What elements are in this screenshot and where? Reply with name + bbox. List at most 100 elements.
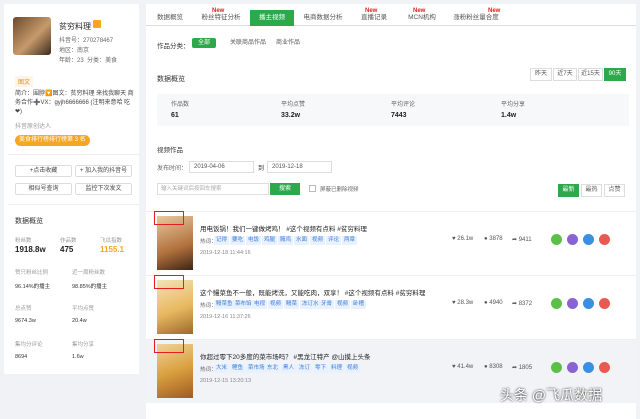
tab-live[interactable]: New 直播记录 xyxy=(352,8,396,26)
tab-fans-match[interactable]: New 涨粉粉丝量合度 xyxy=(448,8,504,26)
download-icon[interactable] xyxy=(599,298,610,309)
category-label: 作品分类： xyxy=(157,43,190,50)
keyword-tag[interactable]: 电饭 xyxy=(246,236,262,245)
filter-all[interactable]: 全部 xyxy=(192,38,217,48)
download-icon[interactable] xyxy=(599,362,610,373)
keyword-tag[interactable]: 东北 xyxy=(265,364,281,373)
keyword-tag[interactable]: 评论 xyxy=(326,236,342,245)
keyword-tag[interactable]: 视频 xyxy=(345,364,361,373)
keyword-tag[interactable]: 菜市场 xyxy=(246,364,267,373)
stat-label: 近一周粉丝数 xyxy=(72,270,106,276)
keyword-tag[interactable]: 料理 xyxy=(329,364,345,373)
hide-deleted-checkbox[interactable] xyxy=(309,185,316,192)
keyword-tag[interactable]: 鳗菜 xyxy=(284,300,300,309)
keyword-tag[interactable]: 牙膏 xyxy=(319,300,335,309)
keyword-tag[interactable]: 卧槽 xyxy=(351,300,367,309)
divider xyxy=(8,154,139,155)
start-date-input[interactable]: 2019-04-06 xyxy=(189,161,254,173)
keyword-search-input[interactable]: 输入关键词后按回车搜索 xyxy=(157,183,269,195)
keyword-tag[interactable]: 鸡腿 xyxy=(262,236,278,245)
keyword-tag[interactable]: 水面 xyxy=(294,236,310,245)
filter-goods[interactable]: 商业作品 xyxy=(270,38,306,48)
new-badge: New xyxy=(212,8,225,14)
metric-value: 33.2w xyxy=(281,112,301,119)
metric-value: 7443 xyxy=(391,112,407,119)
keyword-tag[interactable]: 鲤鱼 xyxy=(230,364,246,373)
watermark: 头条 @飞瓜数据 xyxy=(500,387,603,403)
collect-button[interactable]: +点击收藏 xyxy=(15,165,72,177)
divider xyxy=(8,204,139,205)
shares-count: ➦ 8372 xyxy=(512,301,533,307)
keyword-tag[interactable]: 鳗菜鱼 xyxy=(214,300,235,309)
compare-button[interactable]: 相似号查询 xyxy=(15,183,72,195)
hide-deleted-label: 屏蔽已删除视频 xyxy=(320,187,359,193)
play-icon[interactable] xyxy=(583,298,594,309)
filter-related[interactable]: 关联商品作品 xyxy=(224,38,272,48)
range-7d[interactable]: 近7天 xyxy=(553,68,577,81)
keyword-tag[interactable]: 黑人 xyxy=(281,364,297,373)
keyword-tag[interactable]: 视频 xyxy=(268,300,284,309)
keyword-tag[interactable]: 记得 xyxy=(214,236,230,245)
play-icon[interactable] xyxy=(583,234,594,245)
add-account-button[interactable]: + 加入我的抖音号 xyxy=(75,165,132,177)
date-label: 发布时间： xyxy=(157,166,188,172)
highlight-box xyxy=(154,211,184,225)
keyword-tag[interactable]: 视频 xyxy=(310,236,326,245)
end-date-input[interactable]: 2019-12-18 xyxy=(267,161,332,173)
tab-fans[interactable]: New 粉丝特征分析 xyxy=(196,8,246,26)
analysis-icon[interactable] xyxy=(567,234,578,245)
age-category: 年龄：23 分类：美食 xyxy=(59,58,118,64)
keyword-tag[interactable]: 大米 xyxy=(214,364,230,373)
stat-value: 1.6w xyxy=(72,354,84,360)
range-90d[interactable]: 90天 xyxy=(604,68,626,81)
metric-value: 61 xyxy=(171,112,179,119)
stat-label: 作品数 xyxy=(60,238,77,244)
highlight-box xyxy=(154,339,184,353)
video-row[interactable]: 这个鳗菜鱼不一般，既能烤洗，又能吃肉，双享！ #这个视频有点料 #贫穷料理 热词… xyxy=(146,275,636,339)
analysis-icon[interactable] xyxy=(567,362,578,373)
keyword-tag[interactable]: 两章 xyxy=(342,236,358,245)
keyword-tag[interactable]: 菜布馅 xyxy=(233,300,254,309)
stat-label: 赞只粉丝比例 xyxy=(15,270,49,276)
metric-label: 平均分享 xyxy=(501,102,526,108)
download-icon[interactable] xyxy=(599,234,610,245)
sort-latest[interactable]: 最新 xyxy=(558,184,579,197)
analysis-icon[interactable] xyxy=(567,298,578,309)
range-15d[interactable]: 近15天 xyxy=(578,68,603,81)
search-button[interactable]: 搜索 xyxy=(270,183,300,195)
monitor-button[interactable]: 监控下次发文 xyxy=(75,183,132,195)
sort-hot[interactable]: 最热 xyxy=(581,184,602,197)
video-overview-title: 数据概览 xyxy=(157,76,185,83)
range-yesterday[interactable]: 昨天 xyxy=(530,68,552,81)
tab-mcn[interactable]: New MCN机构 xyxy=(400,8,444,26)
detail-icon[interactable] xyxy=(551,298,562,309)
keyword-tag[interactable]: 零下 xyxy=(313,364,329,373)
keyword-tag[interactable]: 电视 xyxy=(252,300,268,309)
keyword-tag[interactable]: 冻订 xyxy=(297,364,313,373)
video-row[interactable]: 用电饭锅！我们一键做烤鸡！ #这个视频有点料 #贫穷料理 热词： 记得 要吃 电… xyxy=(146,211,636,275)
video-title[interactable]: 这个鳗菜鱼不一般，既能烤洗，又能吃肉，双享！ #这个视频有点料 #贫穷料理 xyxy=(200,287,425,297)
main-panel: 数据概览 New 粉丝特征分析 播主视频 电商数据分析 New 直播记录 New MC… xyxy=(146,4,636,419)
sort-likes[interactable]: 点赞 xyxy=(604,184,625,197)
videos-title: 视频作品 xyxy=(157,147,183,154)
detail-icon[interactable] xyxy=(551,234,562,245)
comments-count: ● 8308 xyxy=(484,364,503,370)
new-badge: New xyxy=(365,8,378,14)
tab-ecommerce[interactable]: 电商数据分析 xyxy=(298,10,348,26)
play-icon[interactable] xyxy=(583,362,594,373)
keyword-tag[interactable]: 腌鸡 xyxy=(278,236,294,245)
date-to: 到 xyxy=(258,166,265,172)
tab-videos[interactable]: 播主视频 xyxy=(250,10,294,26)
rank-badge[interactable]: 美食排行榜排行榜第 3 名 xyxy=(15,135,90,146)
stat-label: 集均分享 xyxy=(72,342,95,348)
detail-icon[interactable] xyxy=(551,362,562,373)
keyword-tag[interactable]: 要吃 xyxy=(230,236,246,245)
video-title[interactable]: 用电饭锅！我们一键做烤鸡！ #这个视频有点料 #贫穷料理 xyxy=(200,223,367,233)
keyword-tag[interactable]: 冻订水 xyxy=(300,300,321,309)
keyword-tag[interactable]: 视频 xyxy=(335,300,351,309)
stat-label: 平均点赞 xyxy=(72,306,95,312)
avatar xyxy=(13,17,51,55)
video-title[interactable]: 你超过零下20多度的菜市场吗？ #黑龙江特产 @山摸上头条 xyxy=(200,351,371,361)
tab-overview[interactable]: 数据概览 xyxy=(148,10,192,26)
metric-label: 平均评论 xyxy=(391,102,416,108)
